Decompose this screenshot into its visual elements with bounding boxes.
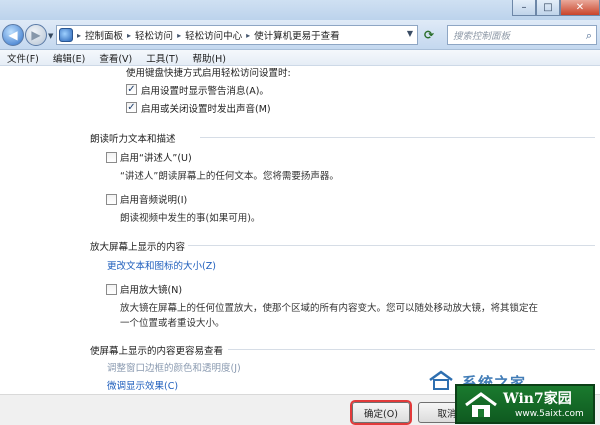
badge-site-url: www.5aixt.com [515, 409, 584, 419]
audio-description-label: 启用音频说明(I) [120, 195, 188, 206]
settings-content: 使用键盘快捷方式启用轻松访问设置时: ✓ 启用设置时显示警告消息(A)。 ✓ 启… [0, 66, 600, 394]
control-panel-icon [59, 28, 73, 42]
breadcrumb-separator-icon: ▸ [127, 30, 132, 40]
navigation-bar: ◀ ▶ ▼ ▸ 控制面板 ▸ 轻松访问 ▸ 轻松访问中心 ▸ 使计算机更易于查看… [0, 20, 600, 50]
control-panel-window: – □ ✕ ◀ ▶ ▼ ▸ 控制面板 ▸ 轻松访问 ▸ 轻松访问中心 ▸ 使计算… [0, 0, 600, 425]
site-badge: Win7家园 www.5aixt.com [455, 384, 595, 424]
section-divider [200, 137, 595, 138]
section-title-magnify: 放大屏幕上显示的内容 [90, 242, 186, 253]
refresh-icon[interactable]: ⟳ [424, 28, 440, 44]
search-box[interactable]: 搜索控制面板 ⌕ [447, 25, 597, 45]
narrator-label: 启用“讲述人”(U) [120, 153, 192, 164]
window-border-color-link[interactable]: 调整窗口边框的颜色和透明度(J) [107, 360, 241, 374]
magnifier-label: 启用放大镜(N) [120, 285, 183, 296]
address-dropdown-icon[interactable]: ▼ [407, 29, 413, 38]
badge-site-name: Win7家园 [503, 391, 572, 407]
menu-view[interactable]: 查看(V) [92, 51, 139, 65]
section-divider [188, 245, 595, 246]
shortcut-settings-caption: 使用键盘快捷方式启用轻松访问设置时: [126, 68, 291, 79]
audio-description-text: 朗读视频中发生的事(如果可用)。 [120, 213, 261, 224]
breadcrumb-item[interactable]: 轻松访问中心 [185, 28, 242, 42]
breadcrumb-separator-icon: ▸ [246, 30, 251, 40]
search-icon[interactable]: ⌕ [586, 29, 592, 43]
menu-help[interactable]: 帮助(H) [185, 51, 233, 65]
magnifier-description-continued: 一个位置或者重设大小。 [120, 318, 225, 329]
close-icon[interactable]: ✕ [560, 0, 600, 16]
recent-pages-dropdown[interactable]: ▼ [48, 32, 53, 40]
caption-buttons: – □ ✕ [512, 0, 600, 18]
back-button[interactable]: ◀ [2, 24, 24, 46]
breadcrumb-separator-icon: ▸ [177, 30, 182, 40]
ok-button[interactable]: 确定(O) [352, 402, 410, 423]
address-bar[interactable]: ▸ 控制面板 ▸ 轻松访问 ▸ 轻松访问中心 ▸ 使计算机更易于查看 ▼ [56, 25, 418, 45]
narrator-checkbox[interactable] [106, 152, 117, 163]
narrator-description: “讲述人”朗读屏幕上的任何文本。您将需要扬声器。 [120, 171, 339, 182]
back-arrow-icon: ◀ [8, 28, 18, 42]
sound-on-toggle-label: 启用或关闭设置时发出声音(M) [141, 104, 271, 115]
watermark-house-icon [429, 370, 453, 390]
section-title-easier-to-see: 使屏幕上显示的内容更容易查看 [90, 346, 224, 357]
breadcrumb-item[interactable]: 轻松访问 [135, 28, 173, 42]
fine-tune-display-link[interactable]: 微调显示效果(C) [107, 378, 178, 392]
section-divider [228, 349, 595, 350]
maximize-icon[interactable]: □ [536, 0, 560, 16]
breadcrumb-item[interactable]: 控制面板 [85, 28, 123, 42]
title-bar: – □ ✕ [0, 0, 600, 20]
menu-file[interactable]: 文件(F) [0, 51, 46, 65]
warning-message-label: 启用设置时显示警告消息(A)。 [141, 86, 269, 97]
menu-tools[interactable]: 工具(T) [139, 51, 185, 65]
audio-description-checkbox[interactable] [106, 194, 117, 205]
warning-message-checkbox[interactable]: ✓ [126, 84, 137, 95]
search-placeholder: 搜索控制面板 [453, 31, 511, 42]
breadcrumb-separator-icon: ▸ [77, 30, 82, 40]
forward-button[interactable]: ▶ [25, 24, 47, 46]
menu-bar: 文件(F) 编辑(E) 查看(V) 工具(T) 帮助(H) [0, 50, 600, 66]
breadcrumb-item[interactable]: 使计算机更易于查看 [254, 28, 340, 42]
minimize-icon[interactable]: – [512, 0, 536, 16]
magnifier-description: 放大镜在屏幕上的任何位置放大，使那个区域的所有内容变大。您可以随处移动放大镜，将… [120, 303, 539, 314]
menu-edit[interactable]: 编辑(E) [46, 51, 92, 65]
badge-house-icon [465, 392, 497, 417]
sound-on-toggle-checkbox[interactable]: ✓ [126, 102, 137, 113]
change-text-size-link[interactable]: 更改文本和图标的大小(Z) [107, 258, 216, 272]
forward-arrow-icon: ▶ [31, 28, 41, 42]
magnifier-checkbox[interactable] [106, 284, 117, 295]
section-title-narrator: 朗读听力文本和描述 [90, 134, 176, 145]
